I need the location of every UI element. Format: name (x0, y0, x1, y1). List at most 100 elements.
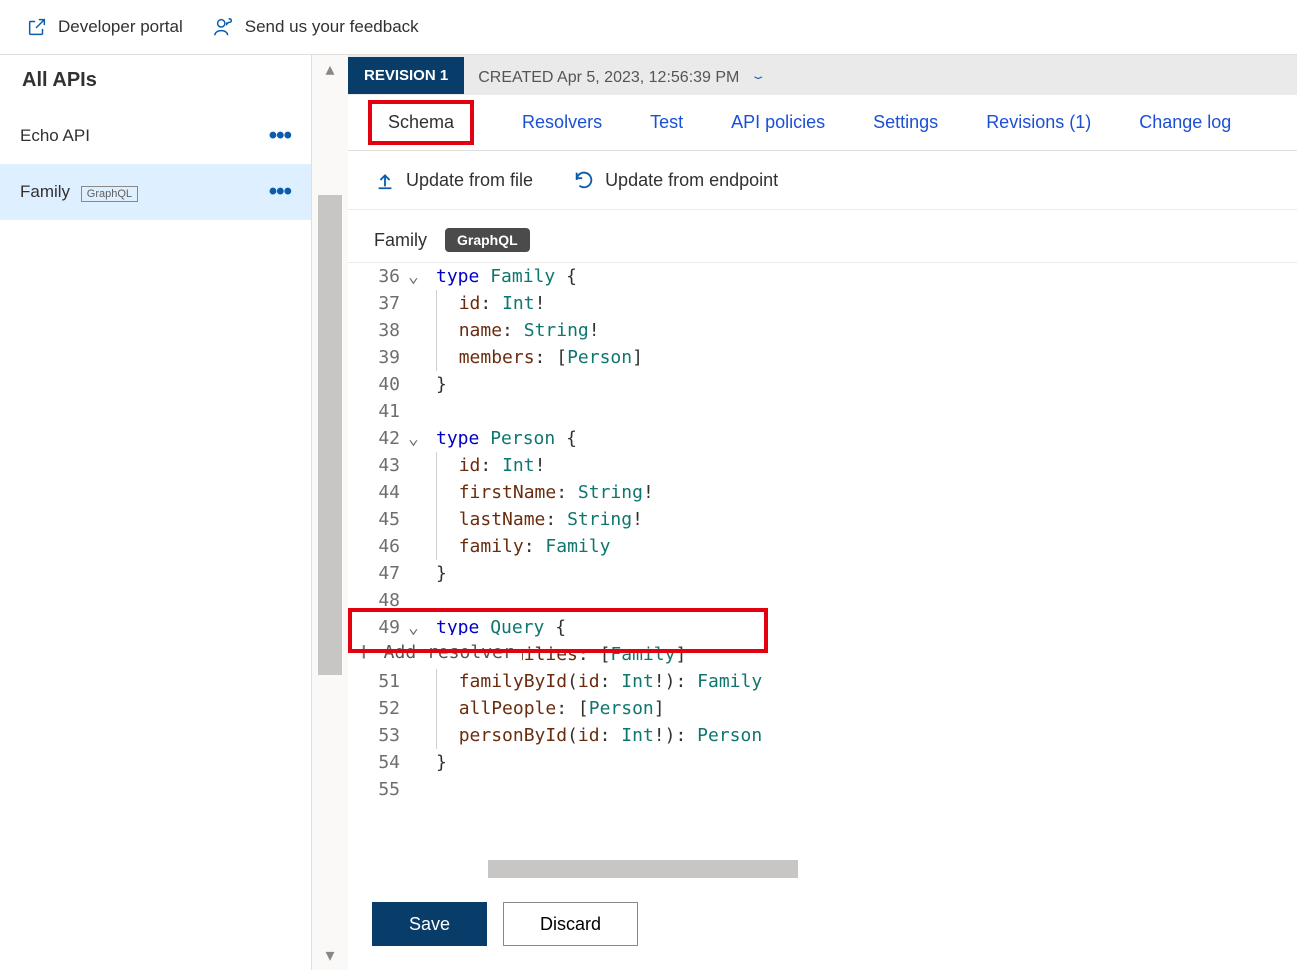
line-number: 51 (348, 668, 408, 695)
scroll-down-icon[interactable]: ▾ (325, 945, 334, 966)
body: All APIs Echo API•••Family GraphQL••• ▴ … (0, 55, 1297, 970)
line-number: 52 (348, 695, 408, 722)
tab-test[interactable]: Test (650, 112, 683, 133)
line-number: 47 (348, 560, 408, 587)
code-text: } (432, 371, 1297, 398)
line-number: 37 (348, 290, 408, 317)
revision-tag: REVISION 1 (348, 57, 464, 94)
sidebar-scrollbar[interactable]: ▴ ▾ (312, 55, 348, 970)
scroll-up-icon[interactable]: ▴ (325, 59, 334, 80)
code-line[interactable]: 52 allPeople: [Person] (348, 695, 1297, 722)
fold-icon (408, 398, 432, 425)
api-list: Echo API•••Family GraphQL••• (0, 108, 311, 220)
code-line[interactable]: 36⌄type Family { (348, 263, 1297, 290)
line-number: 40 (348, 371, 408, 398)
update-bar: Update from file Update from endpoint (348, 151, 1297, 210)
editor-horizontal-scrollbar[interactable] (488, 860, 798, 878)
api-item-echo-api[interactable]: Echo API••• (0, 108, 311, 164)
code-line[interactable]: 44 firstName: String! (348, 479, 1297, 506)
tabs: Schema Resolvers Test API policies Settings R… (348, 95, 1297, 151)
tab-resolvers[interactable]: Resolvers (522, 112, 602, 133)
upload-file-icon (374, 169, 396, 191)
revision-created-value: Apr 5, 2023, 12:56:39 PM (557, 69, 739, 86)
code-text: type Family { (432, 263, 1297, 290)
line-number: 42 (348, 425, 408, 452)
code-text: allPeople: [Person] (432, 695, 1297, 722)
add-resolver-label: Add resolver (384, 639, 514, 666)
code-text: id: Int! (432, 290, 1297, 317)
api-name: Family (374, 230, 427, 251)
fold-icon (408, 776, 432, 803)
code-line[interactable]: 51 familyById(id: Int!): Family (348, 668, 1297, 695)
fold-icon (408, 371, 432, 398)
code-text: id: Int! (432, 452, 1297, 479)
code-text (432, 776, 1297, 803)
code-line[interactable]: 42⌄type Person { (348, 425, 1297, 452)
line-number: 44 (348, 479, 408, 506)
update-from-endpoint-label: Update from endpoint (605, 170, 778, 191)
code-line[interactable]: 55 (348, 776, 1297, 803)
code-line[interactable]: 37 id: Int! (348, 290, 1297, 317)
code-text (432, 398, 1297, 425)
api-item-badge: GraphQL (81, 186, 138, 202)
code-line[interactable]: 53 personById(id: Int!): Person (348, 722, 1297, 749)
fold-icon (408, 344, 432, 371)
update-from-file-button[interactable]: Update from file (374, 169, 533, 191)
line-number: 48 (348, 587, 408, 614)
refresh-icon (573, 169, 595, 191)
tab-change-log[interactable]: Change log (1139, 112, 1231, 133)
code-line[interactable]: 45 lastName: String! (348, 506, 1297, 533)
developer-portal-link[interactable]: Developer portal (26, 16, 183, 38)
plus-icon: + (356, 639, 372, 666)
more-icon[interactable]: ••• (269, 122, 291, 150)
api-item-family[interactable]: Family GraphQL••• (0, 164, 311, 220)
code-line[interactable]: 41 (348, 398, 1297, 425)
revision-created-prefix: CREATED (478, 69, 557, 86)
fold-icon (408, 533, 432, 560)
code-line[interactable]: 43 id: Int! (348, 452, 1297, 479)
line-number: 46 (348, 533, 408, 560)
more-icon[interactable]: ••• (269, 178, 291, 206)
revision-bar: REVISION 1 CREATED Apr 5, 2023, 12:56:39… (348, 55, 1297, 95)
save-button[interactable]: Save (372, 902, 487, 946)
feedback-link[interactable]: Send us your feedback (213, 16, 419, 38)
code-line[interactable]: 54} (348, 749, 1297, 776)
feedback-label: Send us your feedback (245, 17, 419, 37)
code-line[interactable]: 47} (348, 560, 1297, 587)
tab-api-policies[interactable]: API policies (731, 112, 825, 133)
scrollbar-thumb[interactable] (318, 195, 342, 675)
code-line[interactable]: 40} (348, 371, 1297, 398)
code-text: familyById(id: Int!): Family (432, 668, 1297, 695)
add-resolver-button[interactable]: + Add resolver (348, 635, 522, 669)
fold-icon[interactable]: ⌄ (408, 263, 432, 290)
code-line[interactable]: 48 (348, 587, 1297, 614)
tab-settings[interactable]: Settings (873, 112, 938, 133)
code-text: personById(id: Int!): Person (432, 722, 1297, 749)
line-number: 39 (348, 344, 408, 371)
main: REVISION 1 CREATED Apr 5, 2023, 12:56:39… (348, 55, 1297, 970)
chevron-down-icon[interactable]: ⌄ (750, 69, 767, 82)
api-title-bar: Family GraphQL (348, 210, 1297, 262)
tab-revisions-1-[interactable]: Revisions (1) (986, 112, 1091, 133)
top-bar: Developer portal Send us your feedback (0, 0, 1297, 55)
code-text: type Person { (432, 425, 1297, 452)
fold-icon (408, 290, 432, 317)
fold-icon (408, 560, 432, 587)
fold-icon[interactable]: ⌄ (408, 425, 432, 452)
update-from-endpoint-button[interactable]: Update from endpoint (573, 169, 778, 191)
footer: Save Discard (348, 878, 1297, 970)
code-text: firstName: String! (432, 479, 1297, 506)
graphql-badge: GraphQL (445, 228, 530, 252)
code-line[interactable]: 38 name: String! (348, 317, 1297, 344)
code-line[interactable]: 39 members: [Person] (348, 344, 1297, 371)
code-line[interactable]: 46 family: Family (348, 533, 1297, 560)
tab-schema[interactable]: Schema (368, 100, 474, 145)
code-text: members: [Person] (432, 344, 1297, 371)
feedback-icon (213, 16, 235, 38)
schema-editor[interactable]: 36⌄type Family {37 id: Int!38 name: Stri… (348, 262, 1297, 860)
code-text: allFamilies: [Family] (432, 641, 1297, 668)
discard-button[interactable]: Discard (503, 902, 638, 946)
fold-icon (408, 695, 432, 722)
code-text (432, 587, 1297, 614)
revision-created[interactable]: CREATED Apr 5, 2023, 12:56:39 PM ⌄ (464, 63, 780, 88)
